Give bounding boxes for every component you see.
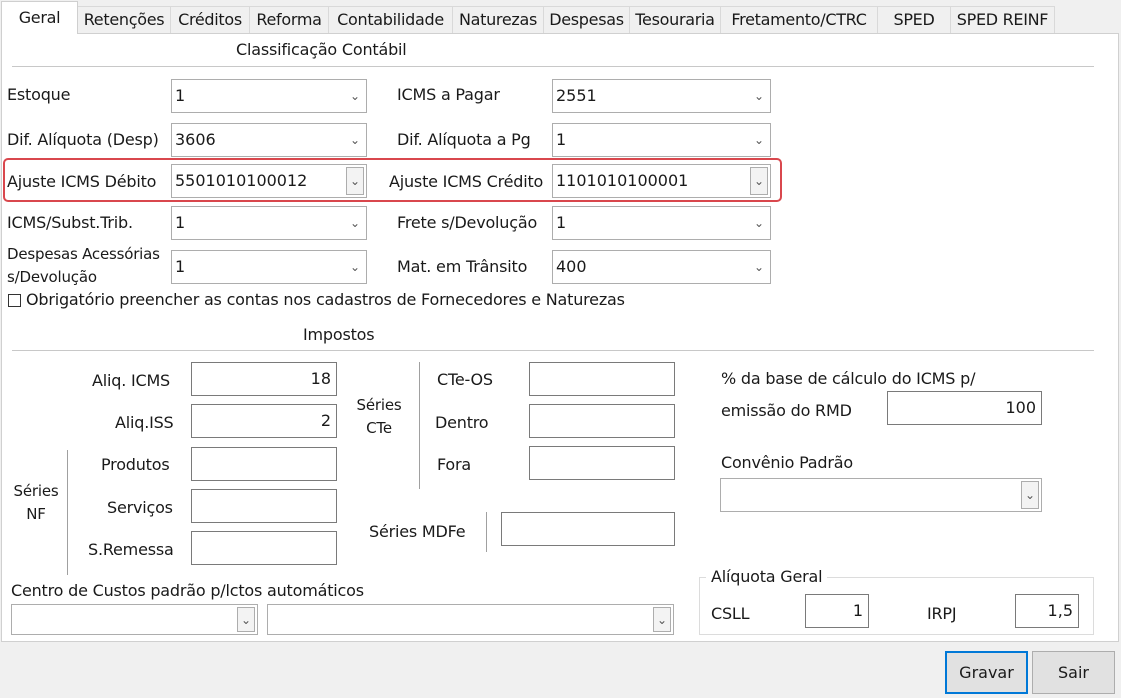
impostos-divider xyxy=(12,350,1094,351)
servicos-label: Serviços xyxy=(107,498,173,517)
mat-transito-select[interactable]: 400 ⌄ xyxy=(552,250,771,284)
tab-sped[interactable]: SPED xyxy=(877,6,951,33)
series-cte-label: Séries CTe xyxy=(356,396,402,437)
tab-sped-reinf[interactable]: SPED REINF xyxy=(950,6,1055,33)
estoque-label: Estoque xyxy=(7,85,71,104)
chevron-down-icon[interactable]: ⌄ xyxy=(237,607,255,632)
rmd-input[interactable]: 100 xyxy=(887,391,1042,425)
rmd-label-1: % da base de cálculo do ICMS p/ xyxy=(721,369,976,388)
fora-label: Fora xyxy=(437,455,472,474)
csll-input[interactable]: 1 xyxy=(805,594,869,628)
dif-aliq-pg-value: 1 xyxy=(556,130,567,149)
rmd-label-2: emissão do RMD xyxy=(721,401,852,420)
icms-pagar-label: ICMS a Pagar xyxy=(397,85,500,104)
aliq-iss-input[interactable]: 2 xyxy=(191,404,337,438)
ajuste-credito-label: Ajuste ICMS Crédito xyxy=(389,172,544,191)
tab-creditos[interactable]: Créditos xyxy=(170,6,250,33)
tab-despesas[interactable]: Despesas xyxy=(543,6,630,33)
series-nf-divider xyxy=(67,450,68,575)
ajuste-debito-value: 5501010100012 xyxy=(175,171,308,190)
dentro-input[interactable] xyxy=(529,404,675,438)
chevron-down-icon[interactable]: ⌄ xyxy=(348,124,362,156)
tab-reforma[interactable]: Reforma xyxy=(249,6,329,33)
aliq-icms-label: Aliq. ICMS xyxy=(92,371,171,390)
produtos-label: Produtos xyxy=(101,455,170,474)
irpj-input[interactable]: 1,5 xyxy=(1015,594,1079,628)
chevron-down-icon[interactable]: ⌄ xyxy=(752,207,766,239)
ajuste-debito-select[interactable]: 5501010100012 ⌄ xyxy=(171,164,367,198)
chevron-down-icon[interactable]: ⌄ xyxy=(348,80,362,112)
cte-os-label: CTe-OS xyxy=(437,370,493,389)
estoque-select[interactable]: 1 ⌄ xyxy=(171,79,367,113)
tab-naturezas[interactable]: Naturezas xyxy=(452,6,544,33)
chevron-down-icon[interactable]: ⌄ xyxy=(346,167,364,195)
frete-devolucao-label: Frete s/Devolução xyxy=(397,213,538,232)
icms-subst-label: ICMS/Subst.Trib. xyxy=(7,213,133,232)
icms-pagar-select[interactable]: 2551 ⌄ xyxy=(552,79,771,113)
tab-geral[interactable]: Geral xyxy=(1,1,78,34)
despesas-value: 1 xyxy=(175,257,186,276)
obrigatorio-checkbox[interactable] xyxy=(8,294,21,307)
tab-contabilidade[interactable]: Contabilidade xyxy=(328,6,453,33)
tab-tesouraria[interactable]: Tesouraria xyxy=(629,6,721,33)
dentro-label: Dentro xyxy=(435,413,489,432)
chevron-down-icon[interactable]: ⌄ xyxy=(752,251,766,283)
chevron-down-icon[interactable]: ⌄ xyxy=(653,607,671,632)
icms-pagar-value: 2551 xyxy=(556,86,597,105)
series-nf-label: Séries NF xyxy=(13,482,59,523)
tab-bar: Geral Retenções Créditos Reforma Contabi… xyxy=(0,0,1121,34)
icms-subst-select[interactable]: 1 ⌄ xyxy=(171,206,367,240)
series-mdfe-label: Séries MDFe xyxy=(369,522,466,541)
ajuste-debito-label: Ajuste ICMS Débito xyxy=(7,172,157,191)
despesas-select[interactable]: 1 ⌄ xyxy=(171,250,367,284)
estoque-value: 1 xyxy=(175,86,186,105)
aliq-iss-label: Aliq.ISS xyxy=(115,413,174,432)
chevron-down-icon[interactable]: ⌄ xyxy=(348,251,362,283)
series-mdfe-input[interactable] xyxy=(501,512,675,546)
fora-input[interactable] xyxy=(529,446,675,480)
impostos-title: Impostos xyxy=(303,325,375,344)
classificacao-divider xyxy=(12,66,1094,67)
chevron-down-icon[interactable]: ⌄ xyxy=(752,124,766,156)
convenio-select[interactable]: ⌄ xyxy=(720,478,1042,512)
chevron-down-icon[interactable]: ⌄ xyxy=(752,80,766,112)
icms-subst-value: 1 xyxy=(175,213,186,232)
chevron-down-icon[interactable]: ⌄ xyxy=(348,207,362,239)
tab-retencoes[interactable]: Retenções xyxy=(77,6,171,33)
sremessa-label: S.Remessa xyxy=(88,540,174,559)
servicos-input[interactable] xyxy=(191,489,337,523)
chevron-down-icon[interactable]: ⌄ xyxy=(1021,481,1039,509)
series-mdfe-divider xyxy=(486,512,487,552)
produtos-input[interactable] xyxy=(191,447,337,481)
convenio-label: Convênio Padrão xyxy=(721,453,853,472)
dif-aliq-desp-label: Dif. Alíquota (Desp) xyxy=(7,130,159,149)
csll-label: CSLL xyxy=(711,604,750,623)
centro-custos-select-1[interactable]: ⌄ xyxy=(11,604,258,635)
sair-button[interactable]: Sair xyxy=(1032,651,1115,694)
frete-devolucao-select[interactable]: 1 ⌄ xyxy=(552,206,771,240)
classificacao-title: Classificação Contábil xyxy=(236,40,407,59)
dif-aliq-pg-label: Dif. Alíquota a Pg xyxy=(397,130,531,149)
dif-aliq-desp-select[interactable]: 3606 ⌄ xyxy=(171,123,367,157)
irpj-label: IRPJ xyxy=(927,604,957,623)
sremessa-input[interactable] xyxy=(191,531,337,565)
despesas-label: Despesas Acessórias s/Devolução xyxy=(7,245,160,286)
dif-aliq-desp-value: 3606 xyxy=(175,130,216,149)
aliquota-geral-title: Alíquota Geral xyxy=(706,567,828,586)
cte-os-input[interactable] xyxy=(529,362,675,396)
gravar-button[interactable]: Gravar xyxy=(945,651,1028,694)
ajuste-credito-value: 1101010100001 xyxy=(556,171,689,190)
centro-custos-select-2[interactable]: ⌄ xyxy=(267,604,674,635)
aliq-icms-input[interactable]: 18 xyxy=(191,362,337,396)
frete-devolucao-value: 1 xyxy=(556,213,567,232)
mat-transito-value: 400 xyxy=(556,257,587,276)
mat-transito-label: Mat. em Trânsito xyxy=(397,257,528,276)
chevron-down-icon[interactable]: ⌄ xyxy=(750,167,768,195)
dif-aliq-pg-select[interactable]: 1 ⌄ xyxy=(552,123,771,157)
centro-custos-label: Centro de Custos padrão p/lctos automáti… xyxy=(11,581,364,600)
series-cte-divider xyxy=(419,362,420,489)
ajuste-credito-select[interactable]: 1101010100001 ⌄ xyxy=(552,164,771,198)
obrigatorio-label: Obrigatório preencher as contas nos cada… xyxy=(26,290,625,309)
tab-fretamento[interactable]: Fretamento/CTRC xyxy=(720,6,878,33)
